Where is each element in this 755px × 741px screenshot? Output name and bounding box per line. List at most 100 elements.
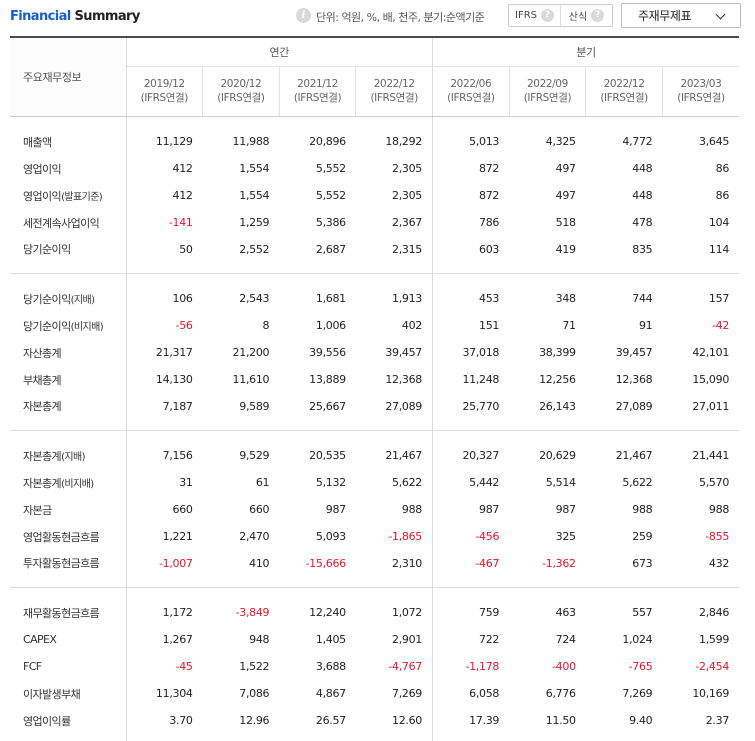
value-cell: 987 xyxy=(479,503,500,516)
title-part2: Summary xyxy=(70,9,141,24)
value-cell: 9.40 xyxy=(629,714,653,727)
value-cell: 2,310 xyxy=(355,550,434,588)
value-cell: 2,901 xyxy=(355,626,434,653)
row-label: 자본금 xyxy=(10,496,127,523)
value-cell: 20,535 xyxy=(309,449,346,463)
row-label: 영업활동현금흐름 xyxy=(10,523,127,550)
value-cell: 13,889 xyxy=(309,373,346,386)
title-part1: Financial xyxy=(10,9,71,24)
row-label-text: 재무활동현금흐름 xyxy=(23,606,100,620)
value-cell: 988 xyxy=(708,503,730,516)
row-label-suffix: (지배) xyxy=(70,294,95,306)
period-basis: (IFRS연결) xyxy=(523,92,572,104)
value-cell: -141 xyxy=(168,216,193,229)
row-label: 영업이익률 xyxy=(10,707,127,741)
value-cell: 8 xyxy=(262,319,270,332)
value-cell: 7,269 xyxy=(622,687,653,700)
value-cell: 497 xyxy=(555,189,576,202)
row-label: 매출액 xyxy=(10,116,127,155)
value-cell: -765 xyxy=(628,660,653,673)
table-row: 자산총계 21,317 21,200 39,556 39,457 37,018 38,399… xyxy=(10,339,739,366)
value-cell: 325 xyxy=(555,530,576,543)
value-cell: 603 xyxy=(432,236,510,274)
value-cell: 448 xyxy=(632,162,653,175)
view-toggle: IFRS ? 산식 ? xyxy=(508,4,613,27)
value-cell: 872 xyxy=(479,162,500,175)
row-label-suffix: (발표기준) xyxy=(61,191,103,203)
row-label: 영업이익(발표기준) xyxy=(10,182,127,209)
value-cell: 11.50 xyxy=(545,714,576,727)
row-label-text: 영업이익 xyxy=(23,189,62,203)
value-cell: 1,913 xyxy=(355,273,434,312)
value-cell: 37,018 xyxy=(462,346,500,359)
value-cell: 988 xyxy=(355,496,434,523)
value-cell: 157 xyxy=(708,292,730,306)
table-row: 세전계속사업이익 -141 1,259 5,386 2,367 786 518 478 104 xyxy=(10,209,739,236)
help-icon[interactable]: ? xyxy=(541,9,554,22)
value-cell: 5,386 xyxy=(315,216,346,229)
row-label-text: 자본총계 xyxy=(23,449,62,463)
value-cell: 27,011 xyxy=(662,393,740,431)
row-label: 당기순이익(비지배) xyxy=(10,312,127,339)
period-date: 2020/12 xyxy=(220,78,262,90)
row-label: 세전계속사업이익 xyxy=(10,209,127,236)
period-basis: (IFRS연결) xyxy=(677,92,725,104)
value-cell: 2,552 xyxy=(202,236,280,274)
row-label-text: FCF xyxy=(23,660,42,673)
value-cell: 12,368 xyxy=(355,366,434,393)
row-label-text: 투자활동현금흐름 xyxy=(23,557,100,571)
info-icon[interactable]: i xyxy=(296,8,311,23)
value-cell: 61 xyxy=(255,476,270,489)
row-label-text: 부채총계 xyxy=(23,373,62,387)
period-date: 2022/12 xyxy=(373,78,415,90)
period-header: 2023/03 (IFRS연결) xyxy=(662,66,740,117)
value-cell: 1,554 xyxy=(239,162,270,175)
row-label: 부채총계 xyxy=(10,366,127,393)
value-cell: 38,399 xyxy=(539,346,576,359)
help-icon[interactable]: ? xyxy=(591,9,605,22)
table-row: 투자활동현금흐름 -1,007 410 -15,666 2,310 -467 -1,362 6… xyxy=(10,550,740,588)
value-cell: 5,570 xyxy=(699,476,730,489)
value-cell: 12,256 xyxy=(539,373,576,386)
statement-select[interactable]: 주재무제표 xyxy=(621,3,741,28)
period-basis: (IFRS연결) xyxy=(217,92,265,104)
row-label: 자본총계 xyxy=(10,393,127,431)
value-cell: 5,552 xyxy=(315,189,346,202)
value-cell: 20,896 xyxy=(309,135,346,149)
value-cell: 478 xyxy=(632,216,653,229)
value-cell: 660 xyxy=(172,503,193,516)
value-cell: 835 xyxy=(585,236,663,274)
value-cell: 412 xyxy=(172,189,193,202)
value-cell: -1,362 xyxy=(509,550,586,588)
value-cell: 5,132 xyxy=(315,476,346,489)
value-cell: 71 xyxy=(562,319,576,332)
value-cell: 722 xyxy=(479,633,500,646)
value-cell: 660 xyxy=(249,503,270,516)
value-cell: 151 xyxy=(479,319,500,332)
row-label-text: CAPEX xyxy=(23,633,57,646)
value-cell: 20,327 xyxy=(462,449,500,463)
value-cell: 5,093 xyxy=(315,530,346,543)
value-cell: 557 xyxy=(632,606,653,620)
value-cell: 1,259 xyxy=(239,216,270,229)
row-label-text: 당기순이익 xyxy=(23,319,71,333)
ifrs-toggle-button[interactable]: IFRS ? xyxy=(509,5,560,26)
value-cell: 20,629 xyxy=(539,449,576,463)
row-label: 이자발생부채 xyxy=(10,680,127,707)
value-cell: 7,086 xyxy=(239,687,270,700)
value-cell: 1,681 xyxy=(315,292,346,306)
annual-group-header: 연간 xyxy=(126,36,434,67)
table-row: 자본총계(비지배) 31 61 5,132 5,622 5,442 5,514 5,622 5,… xyxy=(10,469,739,496)
formula-toggle-button[interactable]: 산식 ? xyxy=(560,5,612,26)
value-cell: 106 xyxy=(172,292,193,306)
value-cell: 17.39 xyxy=(469,714,500,727)
value-cell: 10,169 xyxy=(692,687,730,700)
value-cell: 1,221 xyxy=(162,530,193,543)
value-cell: 497 xyxy=(555,162,576,175)
value-cell: 2,470 xyxy=(239,530,270,543)
value-cell: 39,556 xyxy=(309,346,346,359)
value-cell: 104 xyxy=(708,216,730,229)
period-basis: (IFRS연결) xyxy=(600,92,648,104)
value-cell: 1,599 xyxy=(699,633,730,646)
value-cell: 432 xyxy=(662,550,740,588)
